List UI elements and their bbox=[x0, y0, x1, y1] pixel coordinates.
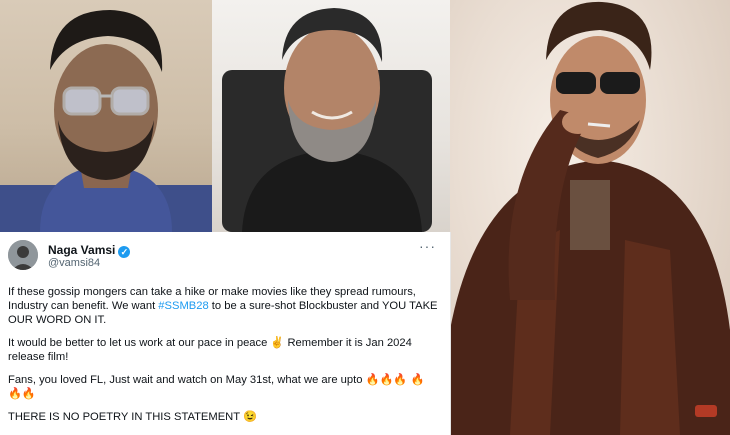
more-options-icon[interactable]: ··· bbox=[419, 238, 436, 254]
tweet-paragraph-4: THERE IS NO POETRY IN THIS STATEMENT 😉 bbox=[8, 411, 257, 423]
author-avatar[interactable] bbox=[8, 240, 38, 270]
tweet-paragraph-3: Fans, you loved FL, Just wait and watch … bbox=[8, 374, 425, 400]
photo-man-with-glasses bbox=[0, 0, 212, 232]
verified-badge-icon: ✓ bbox=[118, 246, 131, 258]
tweet-paragraph-1: If these gossip mongers can take a hike … bbox=[8, 285, 438, 327]
tweet-card: Naga Vamsi ✓ @vamsi84 ··· If these gossip… bbox=[0, 232, 451, 435]
author-handle[interactable]: @vamsi84 bbox=[48, 257, 100, 269]
author-name[interactable]: Naga Vamsi ✓ bbox=[48, 243, 131, 258]
photo-man-with-sunglasses-smoking bbox=[450, 0, 730, 435]
photo-bearded-man-smiling bbox=[212, 0, 450, 232]
author-name-text[interactable]: Naga Vamsi bbox=[48, 243, 115, 257]
hashtag-link[interactable]: #SSMB28 bbox=[158, 300, 208, 312]
tweet-text: If these gossip mongers can take a hike … bbox=[8, 285, 438, 433]
tweet-paragraph-2: It would be better to let us work at our… bbox=[8, 337, 412, 363]
